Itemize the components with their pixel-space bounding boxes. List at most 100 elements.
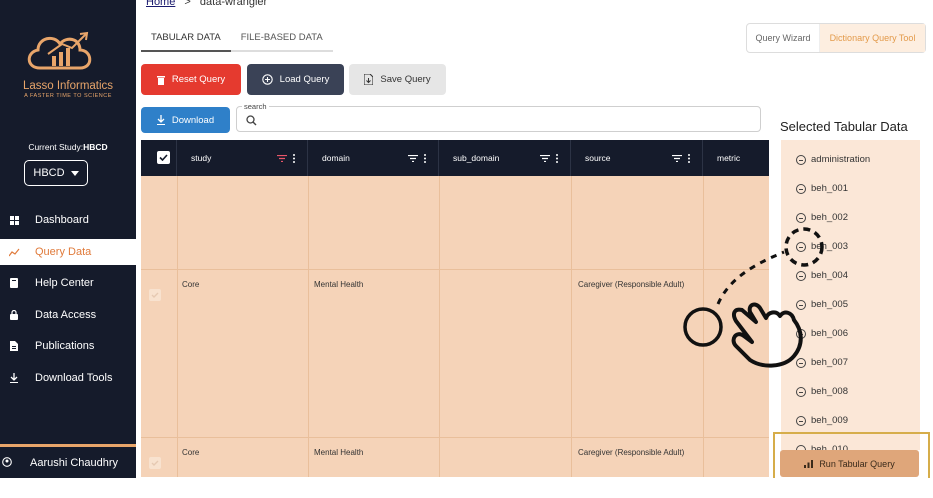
current-study-label: Current Study:HBCD (0, 142, 136, 152)
document-icon (8, 341, 20, 351)
user-profile[interactable]: Aarushi Chaudhry (0, 452, 136, 474)
cell-source: Caregiver (Responsible Adult) (578, 280, 685, 289)
search-label: search (242, 102, 269, 111)
table-header: study domain sub_domain source metric (141, 140, 769, 176)
brand-name: Lasso Informatics (22, 80, 114, 92)
check-icon (151, 292, 159, 298)
row-checkbox[interactable] (149, 457, 161, 469)
column-menu-icon[interactable] (688, 153, 690, 163)
remove-icon[interactable] (796, 212, 806, 223)
reset-query-button[interactable]: Reset Query (141, 64, 241, 95)
column-header-source[interactable]: source (571, 140, 703, 176)
page-footer (0, 478, 933, 498)
download-icon (156, 115, 165, 125)
column-header-metric[interactable]: metric (703, 140, 769, 176)
current-study-label-text: Current Study: (28, 142, 84, 152)
selected-item[interactable]: beh_009 (796, 415, 848, 426)
save-icon (364, 74, 374, 85)
remove-icon[interactable] (796, 386, 806, 397)
breadcrumb: Home > data-wrangler (146, 0, 267, 8)
search-input[interactable] (236, 106, 761, 132)
select-all-cell (141, 140, 177, 176)
remove-icon[interactable] (796, 415, 806, 426)
column-label: sub_domain (453, 153, 500, 163)
sidebar-item-label: Publications (35, 340, 95, 352)
selected-item[interactable]: beh_002 (796, 212, 848, 223)
tab-tabular-data[interactable]: TABULAR DATA (141, 24, 231, 52)
column-header-sub-domain[interactable]: sub_domain (439, 140, 571, 176)
sidebar: Lasso Informatics A FASTER TIME TO SCIEN… (0, 0, 136, 478)
run-tabular-query-button[interactable]: Run Tabular Query (780, 450, 919, 477)
user-icon (2, 456, 12, 470)
table-row[interactable] (141, 176, 769, 270)
column-header-study[interactable]: study (177, 140, 308, 176)
panel-title: Selected Tabular Data (780, 119, 908, 134)
sidebar-item-download-tools[interactable]: Download Tools (0, 365, 136, 391)
load-query-button[interactable]: Load Query (247, 64, 344, 95)
column-label: metric (717, 153, 741, 163)
run-tabular-query-label: Run Tabular Query (819, 458, 895, 469)
reset-query-label: Reset Query (171, 74, 226, 85)
trash-icon (156, 75, 165, 85)
sidebar-item-label: Download Tools (35, 372, 113, 384)
filter-active-icon[interactable] (277, 154, 287, 162)
select-all-checkbox[interactable] (157, 151, 170, 164)
lasso-logo-icon (27, 31, 92, 70)
selected-item-label: beh_001 (811, 183, 848, 194)
download-label: Download (171, 114, 215, 126)
save-query-button[interactable]: Save Query (349, 64, 446, 95)
column-menu-icon[interactable] (293, 153, 295, 163)
lock-icon (8, 310, 20, 320)
filter-icon[interactable] (672, 154, 682, 162)
tabular-data-table: study domain sub_domain source metric Co… (141, 140, 769, 477)
cell-domain: Mental Health (314, 280, 364, 289)
sidebar-item-label: Dashboard (35, 214, 89, 226)
sidebar-item-publications[interactable]: Publications (0, 333, 136, 359)
check-icon (151, 460, 159, 466)
row-checkbox[interactable] (149, 289, 161, 301)
filter-icon[interactable] (540, 154, 550, 162)
tab-file-based-data[interactable]: FILE-BASED DATA (231, 24, 333, 52)
sidebar-item-label: Data Access (35, 309, 97, 321)
column-menu-icon[interactable] (556, 153, 558, 163)
cell-study: Core (182, 280, 200, 289)
breadcrumb-current: data-wrangler (199, 0, 268, 8)
query-icon (8, 248, 20, 257)
remove-icon[interactable] (796, 154, 806, 165)
query-wizard-button[interactable]: Query Wizard (747, 24, 820, 52)
sidebar-item-data-access[interactable]: Data Access (0, 302, 136, 328)
study-select-label: HBCD (33, 167, 65, 179)
selected-item[interactable]: administration (796, 154, 870, 165)
cell-study: Core (182, 448, 200, 457)
data-tabs: TABULAR DATA FILE-BASED DATA (141, 24, 333, 52)
column-menu-icon[interactable] (424, 153, 426, 163)
breadcrumb-home-link[interactable]: Home (146, 0, 175, 8)
selected-item-label: beh_009 (811, 415, 848, 426)
sidebar-divider (0, 444, 136, 447)
column-header-domain[interactable]: domain (308, 140, 439, 176)
cell-domain: Mental Health (314, 448, 364, 457)
download-icon (8, 373, 20, 383)
save-query-label: Save Query (380, 74, 431, 85)
table-row[interactable]: Core Mental Health Caregiver (Responsibl… (141, 270, 769, 438)
selected-item[interactable]: beh_001 (796, 183, 848, 194)
column-label: study (191, 153, 212, 163)
table-row[interactable]: Core Mental Health Caregiver (Responsibl… (141, 438, 769, 477)
user-name: Aarushi Chaudhry (30, 457, 119, 469)
caret-down-icon (70, 170, 79, 176)
dictionary-query-tool-button[interactable]: Dictionary Query Tool (820, 24, 925, 52)
filter-icon[interactable] (408, 154, 418, 162)
dashboard-icon (8, 215, 20, 225)
query-mode-toggle: Query Wizard Dictionary Query Tool (746, 23, 926, 53)
load-query-label: Load Query (279, 74, 330, 85)
selected-item-label: administration (811, 154, 871, 165)
sidebar-item-help-center[interactable]: Help Center (0, 270, 136, 296)
download-button[interactable]: Download (141, 107, 230, 133)
remove-icon[interactable] (796, 183, 806, 194)
selected-item[interactable]: beh_008 (796, 386, 848, 397)
load-icon (261, 74, 273, 85)
sidebar-item-query-data[interactable]: Query Data (0, 239, 136, 265)
sidebar-item-dashboard[interactable]: Dashboard (0, 207, 136, 233)
bar-chart-icon (804, 459, 814, 468)
study-select-button[interactable]: HBCD (24, 160, 88, 186)
